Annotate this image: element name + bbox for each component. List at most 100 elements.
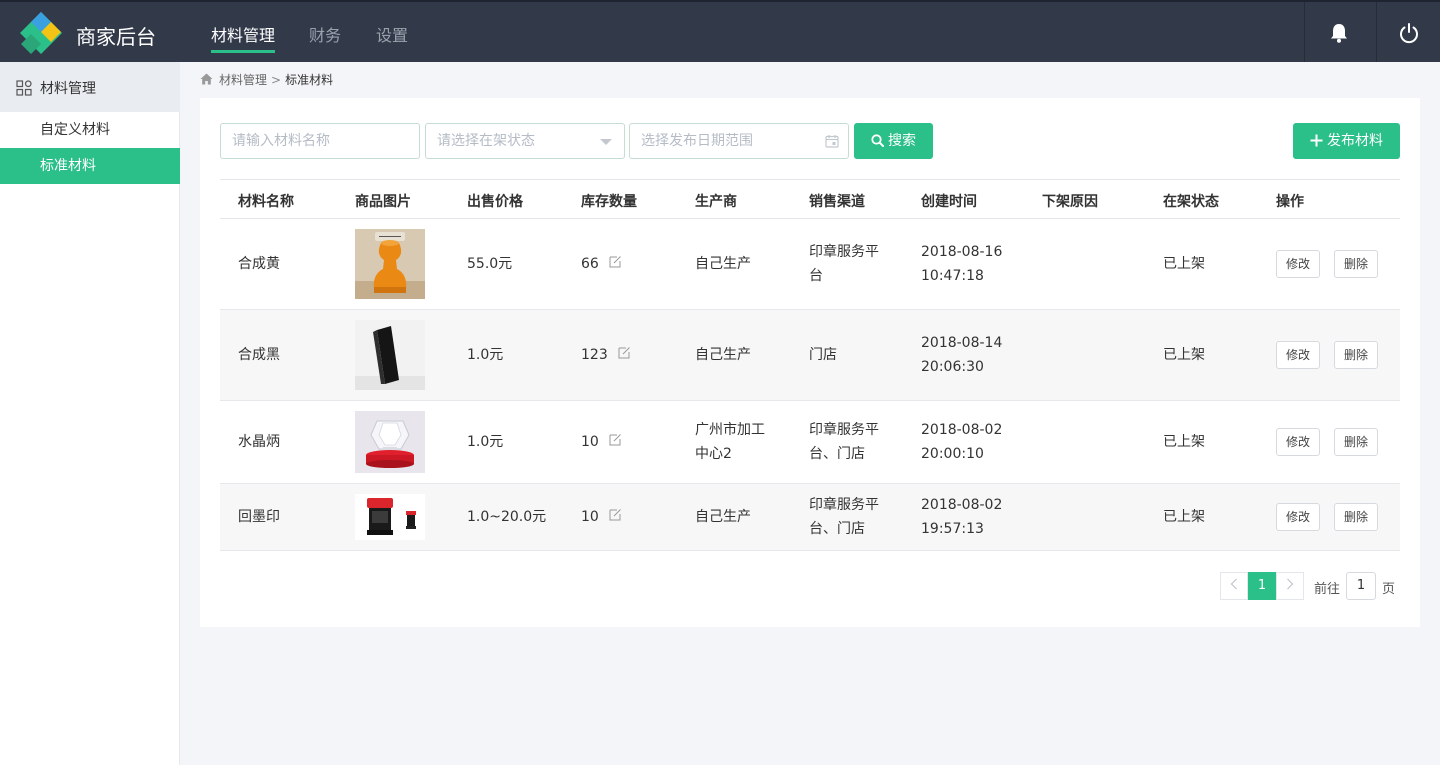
shelf-status: 已上架 bbox=[1163, 434, 1205, 450]
page-number-current[interactable]: 1 bbox=[1248, 572, 1276, 600]
delete-button[interactable]: 删除 bbox=[1334, 250, 1378, 278]
column-header: 材料名称 bbox=[238, 194, 294, 210]
goto-page-input[interactable]: 1 bbox=[1346, 572, 1376, 600]
edit-button[interactable]: 修改 bbox=[1276, 428, 1320, 456]
prev-page-button[interactable] bbox=[1220, 572, 1248, 600]
manufacturer: 自己生产 bbox=[695, 509, 751, 525]
created-date: 2018-08-14 bbox=[921, 335, 1003, 351]
table-row: 合成黑 1.0元 123 自己生产 门店 2018-08-14 20:06:30… bbox=[220, 310, 1400, 401]
chevron-down-icon bbox=[600, 139, 612, 145]
search-button-label: 搜索 bbox=[888, 133, 916, 149]
sales-channel: 印章服务平 台、门店 bbox=[809, 418, 879, 466]
main-card: 请输入材料名称 请选择在架状态 选择发布日期范围 搜索 发布材料 材料名称 商品… bbox=[200, 98, 1420, 627]
column-header: 库存数量 bbox=[581, 194, 637, 210]
nav-active-indicator bbox=[211, 50, 275, 53]
stock-value: 10 bbox=[581, 434, 599, 450]
price: 1.0元 bbox=[467, 347, 504, 363]
delete-button[interactable]: 删除 bbox=[1334, 428, 1378, 456]
created-clock: 19:57:13 bbox=[921, 521, 984, 537]
created-date: 2018-08-02 bbox=[921, 422, 1003, 438]
crystal-stamp-image bbox=[355, 411, 425, 473]
sidebar-section-header[interactable]: 材料管理 bbox=[0, 62, 180, 112]
nav-finance[interactable]: 财务 bbox=[309, 22, 341, 46]
next-page-button[interactable] bbox=[1276, 572, 1304, 600]
stock-value: 123 bbox=[581, 347, 608, 363]
column-header: 操作 bbox=[1276, 194, 1304, 210]
edit-icon[interactable] bbox=[609, 508, 622, 521]
stock: 123 bbox=[581, 343, 631, 367]
nav-settings[interactable]: 设置 bbox=[376, 22, 408, 46]
search-button[interactable]: 搜索 bbox=[854, 123, 933, 159]
breadcrumb-parent[interactable]: 材料管理 bbox=[219, 73, 267, 87]
orange-stamp-image bbox=[355, 229, 425, 299]
breadcrumb-separator: > bbox=[271, 73, 282, 87]
table-row: 合成黄 55.0元 66 自己生产 印章服务平 台 2018-08-16 10:… bbox=[220, 219, 1400, 310]
price: 55.0元 bbox=[467, 256, 513, 272]
delete-button[interactable]: 删除 bbox=[1334, 503, 1378, 531]
column-header: 在架状态 bbox=[1163, 194, 1219, 210]
column-header: 出售价格 bbox=[467, 194, 523, 210]
nav-materials[interactable]: 材料管理 bbox=[211, 22, 275, 46]
chevron-left-icon bbox=[1230, 578, 1237, 590]
shelf-status: 已上架 bbox=[1163, 509, 1205, 525]
edit-icon[interactable] bbox=[618, 346, 631, 359]
self-inking-stamp-image bbox=[355, 494, 425, 540]
chevron-right-icon bbox=[1287, 578, 1294, 590]
manufacturer-line: 中心2 bbox=[695, 446, 732, 462]
black-stamp-image bbox=[355, 320, 425, 390]
status-select-placeholder: 请选择在架状态 bbox=[437, 133, 535, 149]
sales-channel-line: 印章服务平 bbox=[809, 497, 879, 513]
status-select[interactable]: 请选择在架状态 bbox=[425, 123, 625, 159]
created-time: 2018-08-14 20:06:30 bbox=[921, 331, 1002, 379]
column-header: 创建时间 bbox=[921, 194, 977, 210]
edit-icon[interactable] bbox=[609, 255, 622, 268]
publish-material-button[interactable]: 发布材料 bbox=[1293, 123, 1400, 159]
material-name-input[interactable]: 请输入材料名称 bbox=[220, 123, 420, 159]
created-time: 2018-08-02 19:57:13 bbox=[921, 493, 1002, 541]
sidebar-section-label: 材料管理 bbox=[40, 81, 96, 97]
sales-channel-line: 台 bbox=[809, 268, 823, 284]
manufacturer: 广州市加工 中心2 bbox=[695, 418, 765, 466]
material-name: 合成黄 bbox=[238, 256, 280, 272]
created-clock: 20:00:10 bbox=[921, 446, 984, 462]
created-date: 2018-08-16 bbox=[921, 244, 1003, 260]
column-header: 商品图片 bbox=[355, 194, 411, 210]
sales-channel: 门店 bbox=[809, 347, 837, 363]
search-icon bbox=[871, 134, 884, 147]
edit-icon[interactable] bbox=[609, 433, 622, 446]
logo-icon bbox=[20, 12, 62, 54]
date-range-input[interactable]: 选择发布日期范围 bbox=[629, 123, 849, 159]
material-name: 合成黑 bbox=[238, 347, 280, 363]
power-icon[interactable] bbox=[1398, 22, 1420, 44]
edit-button[interactable]: 修改 bbox=[1276, 503, 1320, 531]
brand-title: 商家后台 bbox=[76, 25, 156, 49]
table-row: 回墨印 1.0~20.0元 10 自己生产 印章服务平 台、门店 2018-08… bbox=[220, 484, 1400, 551]
created-time: 2018-08-16 10:47:18 bbox=[921, 240, 1002, 288]
top-bar: 商家后台 材料管理 财务 设置 bbox=[0, 0, 1440, 62]
page-suffix: 页 bbox=[1382, 582, 1396, 597]
stock-value: 10 bbox=[581, 509, 599, 525]
material-name: 回墨印 bbox=[238, 509, 280, 525]
goto-label: 前往 bbox=[1314, 582, 1341, 597]
delete-button[interactable]: 删除 bbox=[1334, 341, 1378, 369]
publish-material-label: 发布材料 bbox=[1327, 133, 1383, 149]
stock: 10 bbox=[581, 430, 622, 454]
bell-icon[interactable] bbox=[1328, 22, 1350, 44]
created-date: 2018-08-02 bbox=[921, 497, 1003, 513]
column-header: 销售渠道 bbox=[809, 194, 865, 210]
material-name-placeholder: 请输入材料名称 bbox=[232, 133, 330, 149]
home-icon bbox=[200, 73, 213, 85]
grid-icon bbox=[16, 80, 32, 96]
created-clock: 10:47:18 bbox=[921, 268, 984, 284]
stock-value: 66 bbox=[581, 256, 599, 272]
edit-button[interactable]: 修改 bbox=[1276, 341, 1320, 369]
sidebar-item-standard-materials[interactable]: 标准材料 bbox=[0, 148, 180, 184]
sales-channel-line: 台、门店 bbox=[809, 521, 865, 537]
top-divider bbox=[1304, 2, 1305, 62]
edit-button[interactable]: 修改 bbox=[1276, 250, 1320, 278]
sidebar-item-custom-materials[interactable]: 自定义材料 bbox=[0, 112, 180, 148]
breadcrumb: 材料管理 > 标准材料 bbox=[200, 72, 333, 88]
table-header: 材料名称 商品图片 出售价格 库存数量 生产商 销售渠道 创建时间 下架原因 在… bbox=[220, 179, 1400, 219]
column-header: 生产商 bbox=[695, 194, 737, 210]
created-clock: 20:06:30 bbox=[921, 359, 984, 375]
